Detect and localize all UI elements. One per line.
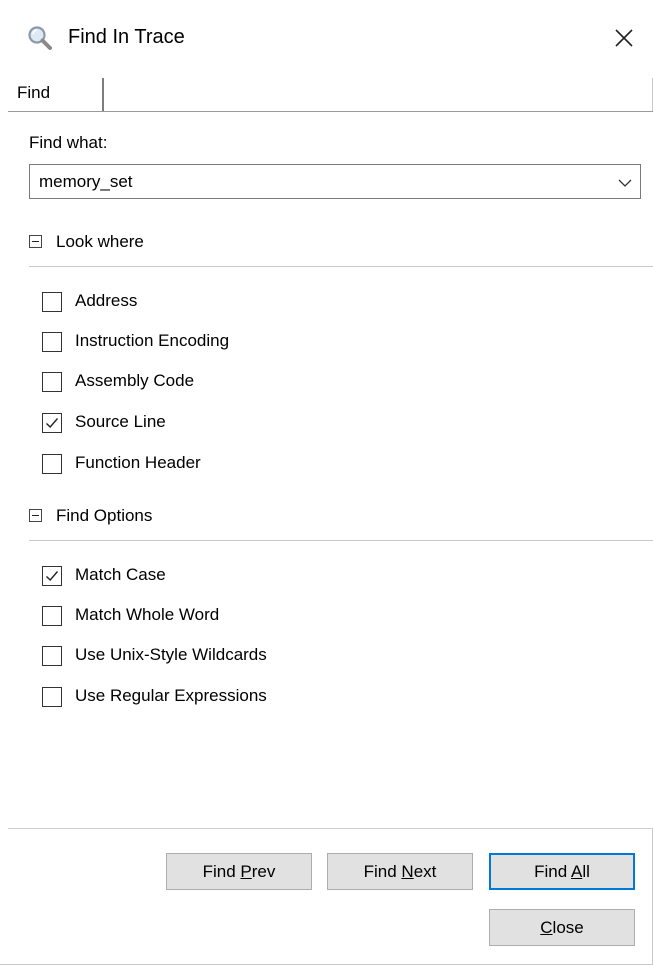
search-magnifier-icon [27, 25, 53, 51]
button-label: rev [251, 862, 276, 881]
find-options-header[interactable]: Find Options [29, 506, 649, 529]
collapse-icon[interactable] [29, 235, 42, 248]
collapse-icon[interactable] [29, 509, 42, 522]
section-divider [29, 540, 653, 541]
window-title: Find In Trace [68, 26, 185, 48]
checkbox-label: Instruction Encoding [75, 331, 230, 350]
chevron-down-icon[interactable] [618, 176, 632, 188]
access-key: P [240, 862, 252, 881]
tab-strip: Find [8, 78, 653, 112]
checkbox-label: Use Unix-Style Wildcards [75, 645, 267, 664]
find-in-trace-dialog: Find In Trace Find Find what: memory_set… [0, 0, 653, 965]
section-divider [29, 266, 653, 267]
find-what-label: Find what: [29, 133, 108, 152]
look-where-header[interactable]: Look where [29, 232, 649, 255]
find-options-title: Find Options [56, 506, 153, 525]
look-where-title: Look where [56, 232, 144, 251]
checkbox-box[interactable] [42, 646, 62, 666]
button-label: Find [202, 862, 241, 881]
access-key: A [570, 862, 583, 881]
close-icon[interactable] [606, 20, 642, 56]
access-key: C [540, 918, 553, 937]
checkbox-label: Function Header [75, 453, 201, 472]
find-panel: Find what: memory_set Look where Address… [8, 112, 653, 828]
checkmark-icon [46, 571, 59, 582]
find-what-value[interactable]: memory_set [39, 172, 133, 192]
title-bar: Find In Trace [0, 0, 653, 78]
button-label: Find [363, 862, 402, 881]
checkbox-label: Match Whole Word [75, 605, 220, 624]
checkbox-box[interactable] [42, 687, 62, 707]
checkbox-label: Match Case [75, 565, 166, 584]
close-button[interactable]: Close [489, 909, 635, 946]
button-label: lose [552, 918, 584, 937]
checkbox-box[interactable] [42, 566, 62, 586]
find-next-button[interactable]: Find Next [327, 853, 473, 890]
button-label: ext [413, 862, 437, 881]
button-label: ll [582, 862, 590, 881]
find-what-combobox[interactable]: memory_set [29, 164, 641, 199]
checkbox-box[interactable] [42, 292, 62, 312]
footer-divider [8, 828, 653, 829]
checkbox-box[interactable] [42, 454, 62, 474]
button-label: Find [534, 862, 571, 881]
checkbox-box[interactable] [42, 413, 62, 433]
checkbox-box[interactable] [42, 606, 62, 626]
find-prev-button[interactable]: Find Prev [166, 853, 312, 890]
checkbox-label: Assembly Code [75, 371, 195, 390]
checkmark-icon [46, 418, 59, 429]
find-all-button[interactable]: Find All [489, 853, 635, 890]
checkbox-label: Source Line [75, 412, 166, 431]
checkbox-label: Address [75, 291, 138, 310]
tab-find[interactable]: Find [8, 78, 104, 111]
checkbox-box[interactable] [42, 372, 62, 392]
checkbox-label: Use Regular Expressions [75, 686, 267, 705]
access-key: N [401, 862, 414, 881]
checkbox-box[interactable] [42, 332, 62, 352]
